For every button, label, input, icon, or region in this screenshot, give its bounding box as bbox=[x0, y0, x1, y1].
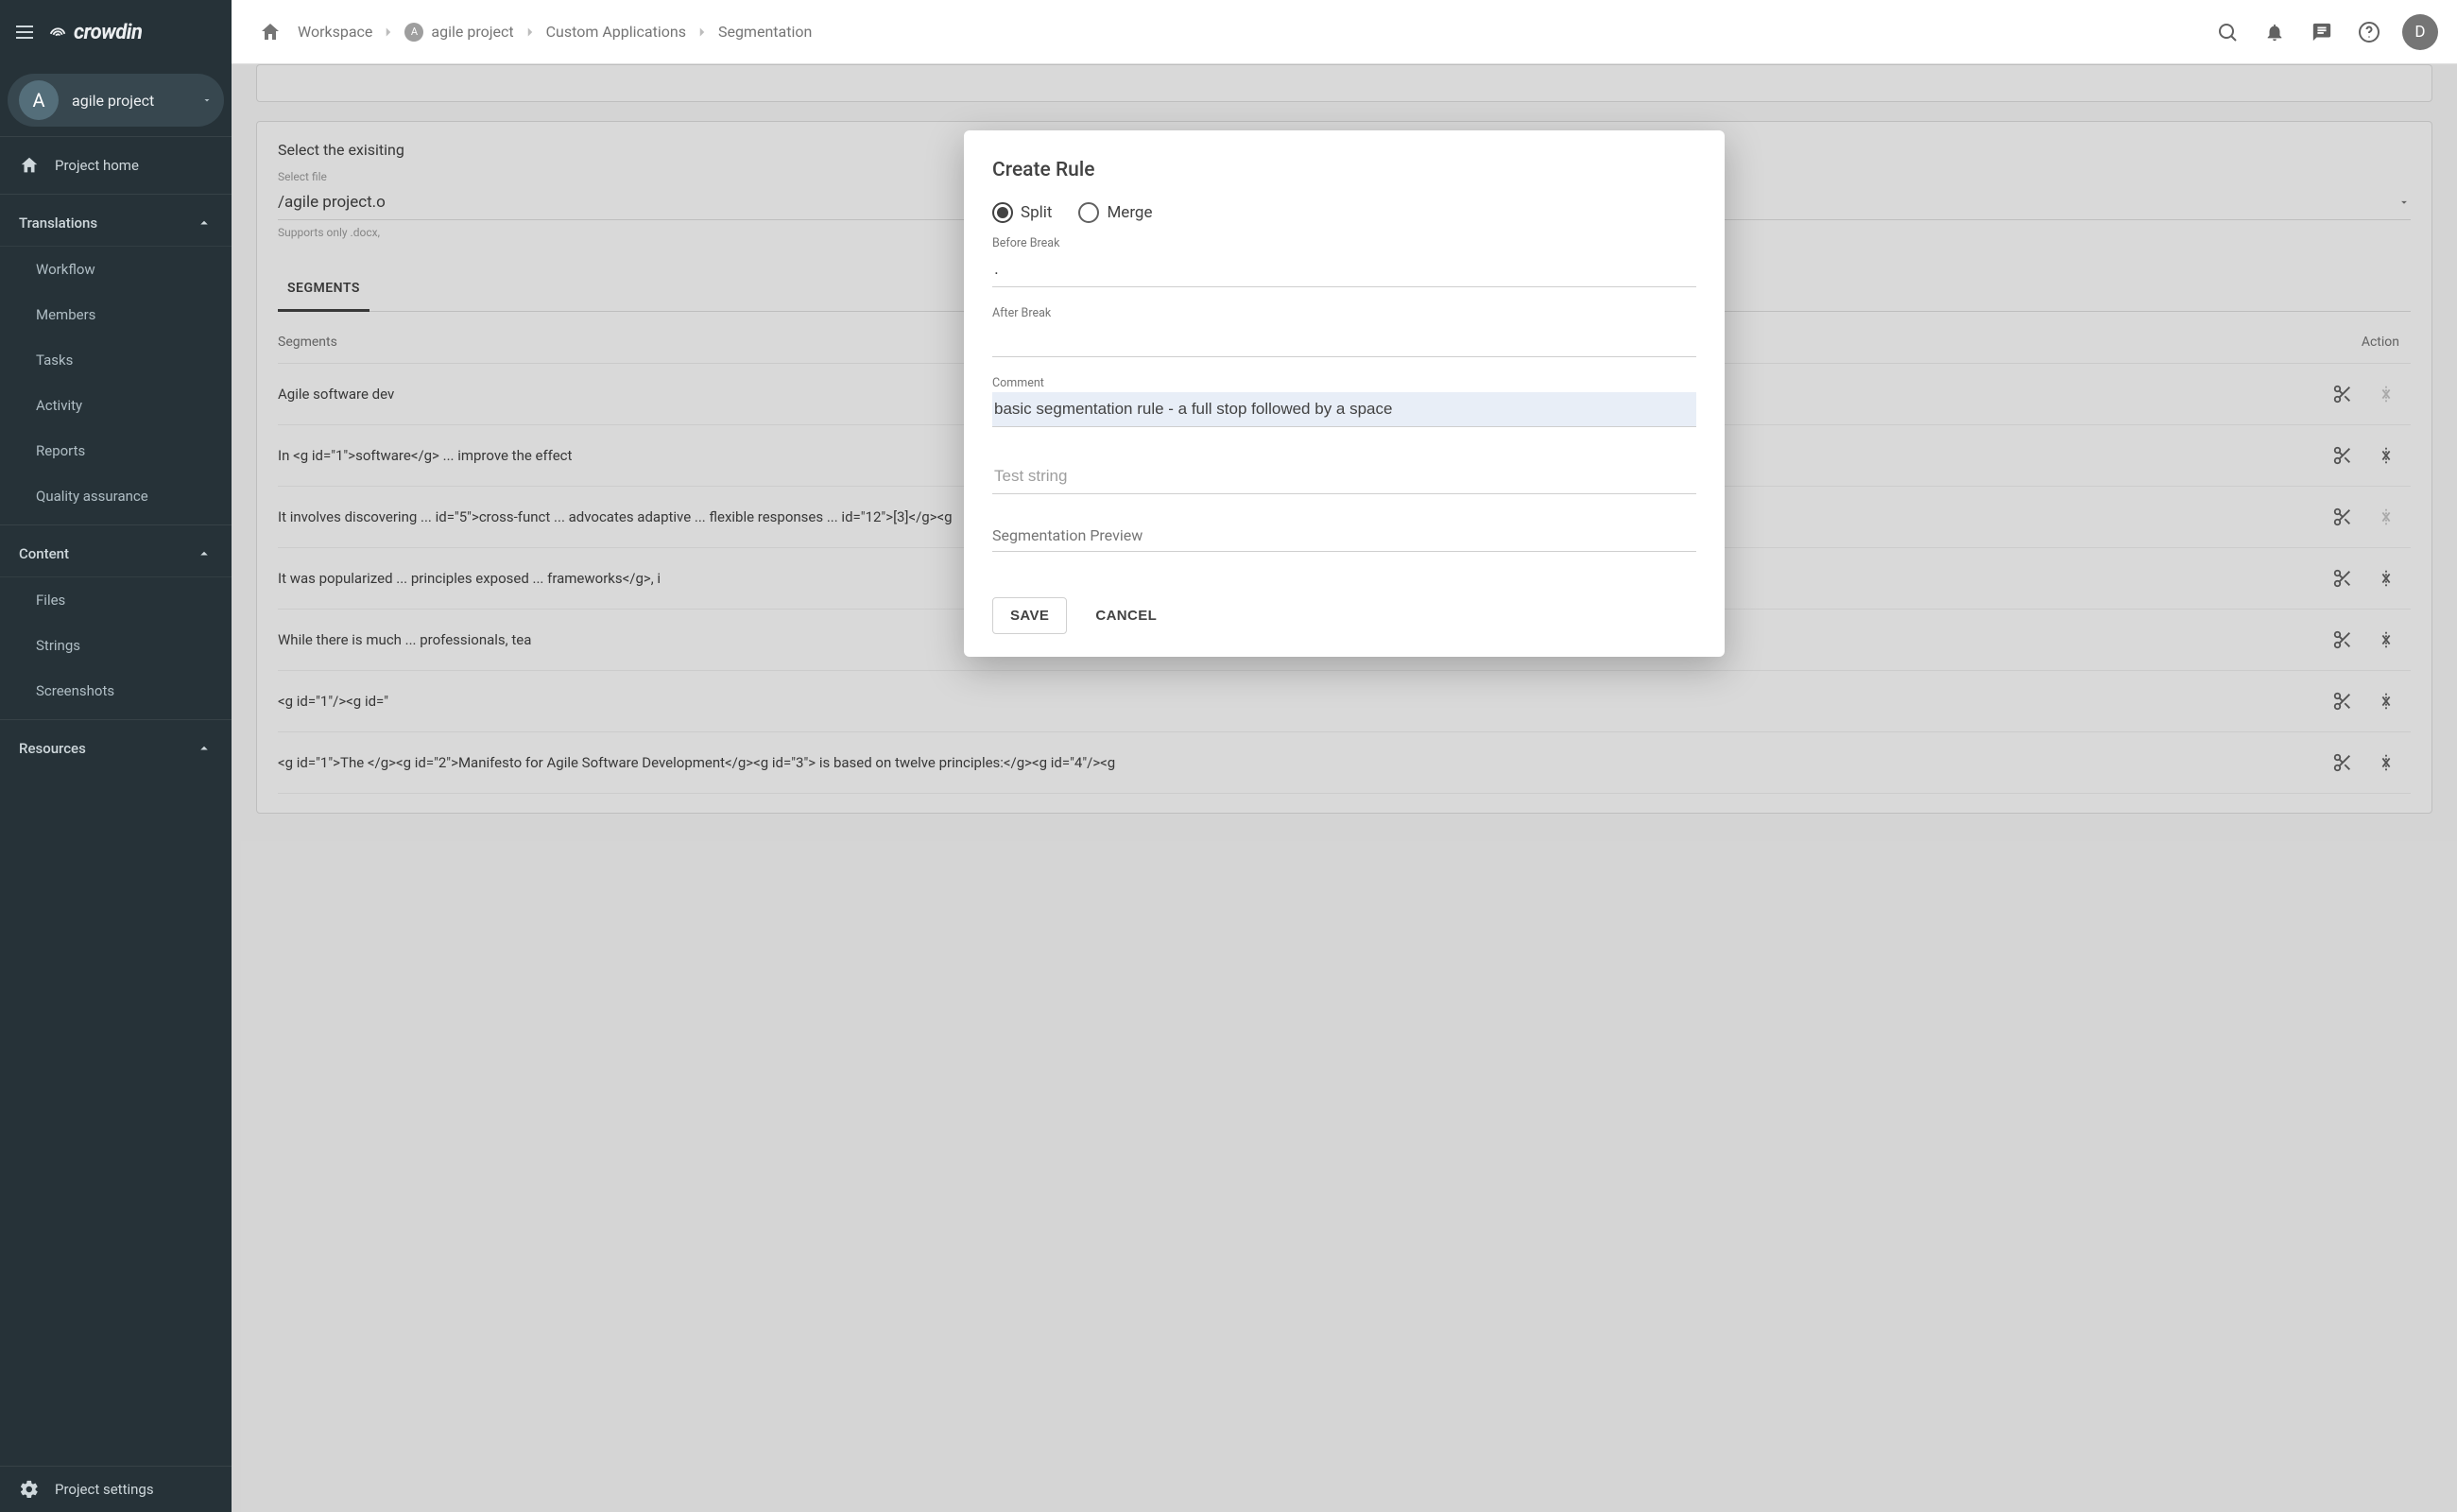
sidebar-item-workflow[interactable]: Workflow bbox=[0, 247, 232, 292]
sidebar-section-content[interactable]: Content bbox=[0, 531, 232, 576]
help-icon[interactable] bbox=[2349, 12, 2389, 52]
topbar: Workspace A agile project Custom Applica… bbox=[232, 0, 2457, 64]
sidebar-item-reports[interactable]: Reports bbox=[0, 428, 232, 473]
sidebar-item-members[interactable]: Members bbox=[0, 292, 232, 337]
project-switcher[interactable]: A agile project bbox=[8, 74, 224, 127]
content-area: Select the exisiting Select file /agile … bbox=[232, 64, 2457, 1512]
segmentation-preview-label: Segmentation Preview bbox=[992, 526, 1696, 544]
radio-label: Merge bbox=[1107, 203, 1152, 222]
sidebar-section-resources[interactable]: Resources bbox=[0, 726, 232, 771]
breadcrumb: Workspace A agile project Custom Applica… bbox=[298, 23, 812, 42]
sidebar-item-screenshots[interactable]: Screenshots bbox=[0, 668, 232, 713]
chevron-right-icon bbox=[522, 24, 539, 41]
project-avatar: A bbox=[19, 80, 59, 120]
chevron-up-icon bbox=[196, 215, 213, 232]
breadcrumb-label: agile project bbox=[431, 23, 513, 41]
project-switcher-label: agile project bbox=[72, 92, 188, 110]
chat-icon[interactable] bbox=[2302, 12, 2342, 52]
sidebar: crowdin A agile project Project home Tra… bbox=[0, 0, 232, 1512]
brand-logo[interactable]: crowdin bbox=[47, 21, 142, 44]
after-break-input[interactable] bbox=[992, 322, 1696, 357]
chevron-up-icon bbox=[196, 545, 213, 562]
sidebar-item-label: Activity bbox=[36, 397, 82, 414]
comment-label: Comment bbox=[992, 376, 1696, 390]
chevron-up-icon bbox=[196, 740, 213, 757]
search-icon[interactable] bbox=[2208, 12, 2247, 52]
sidebar-item-project-home[interactable]: Project home bbox=[0, 143, 232, 188]
radio-icon bbox=[992, 202, 1013, 223]
breadcrumb-workspace[interactable]: Workspace bbox=[298, 23, 372, 41]
after-break-label: After Break bbox=[992, 306, 1696, 320]
caret-down-icon bbox=[201, 94, 213, 106]
brand-label: crowdin bbox=[74, 21, 142, 44]
project-badge: A bbox=[404, 23, 423, 42]
sidebar-item-tasks[interactable]: Tasks bbox=[0, 337, 232, 383]
bell-icon[interactable] bbox=[2255, 12, 2294, 52]
comment-input[interactable] bbox=[992, 392, 1696, 427]
before-break-label: Before Break bbox=[992, 236, 1696, 250]
sidebar-section-translations[interactable]: Translations bbox=[0, 200, 232, 246]
sidebar-item-label: Project settings bbox=[55, 1481, 154, 1498]
sidebar-section-label: Resources bbox=[19, 740, 86, 757]
sidebar-item-project-settings[interactable]: Project settings bbox=[0, 1467, 232, 1512]
radio-split[interactable]: Split bbox=[992, 202, 1052, 223]
save-button[interactable]: SAVE bbox=[992, 597, 1067, 634]
sidebar-item-label: Reports bbox=[36, 442, 85, 459]
sidebar-item-label: Files bbox=[36, 592, 65, 609]
radio-merge[interactable]: Merge bbox=[1078, 202, 1152, 223]
chevron-right-icon bbox=[694, 24, 711, 41]
sidebar-item-label: Project home bbox=[55, 157, 139, 174]
sidebar-item-label: Quality assurance bbox=[36, 488, 148, 505]
home-icon[interactable] bbox=[250, 12, 290, 52]
sidebar-section-label: Content bbox=[19, 545, 69, 562]
sidebar-section-label: Translations bbox=[19, 215, 97, 232]
sidebar-item-label: Workflow bbox=[36, 261, 95, 278]
sidebar-item-label: Screenshots bbox=[36, 682, 114, 699]
test-string-input[interactable] bbox=[992, 459, 1696, 494]
user-avatar[interactable]: D bbox=[2402, 14, 2438, 50]
sidebar-item-label: Members bbox=[36, 306, 95, 323]
radio-label: Split bbox=[1021, 203, 1052, 222]
segmentation-preview-area bbox=[992, 550, 1696, 552]
gear-icon bbox=[19, 1479, 40, 1500]
before-break-input[interactable] bbox=[992, 252, 1696, 287]
sidebar-item-files[interactable]: Files bbox=[0, 577, 232, 623]
cancel-button[interactable]: CANCEL bbox=[1078, 597, 1174, 634]
breadcrumb-page: Segmentation bbox=[718, 23, 812, 41]
create-rule-dialog: Create Rule Split Merge Before Break bbox=[964, 130, 1725, 657]
modal-scrim[interactable]: Create Rule Split Merge Before Break bbox=[232, 64, 2457, 1512]
sidebar-item-strings[interactable]: Strings bbox=[0, 623, 232, 668]
sidebar-item-label: Tasks bbox=[36, 352, 73, 369]
sidebar-item-label: Strings bbox=[36, 637, 80, 654]
hamburger-icon[interactable] bbox=[13, 21, 36, 43]
sidebar-item-activity[interactable]: Activity bbox=[0, 383, 232, 428]
dialog-title: Create Rule bbox=[992, 159, 1696, 181]
breadcrumb-project[interactable]: A agile project bbox=[404, 23, 513, 42]
radio-icon bbox=[1078, 202, 1099, 223]
chevron-right-icon bbox=[380, 24, 397, 41]
breadcrumb-app[interactable]: Custom Applications bbox=[546, 23, 686, 41]
sidebar-item-quality-assurance[interactable]: Quality assurance bbox=[0, 473, 232, 519]
home-icon bbox=[19, 155, 40, 176]
